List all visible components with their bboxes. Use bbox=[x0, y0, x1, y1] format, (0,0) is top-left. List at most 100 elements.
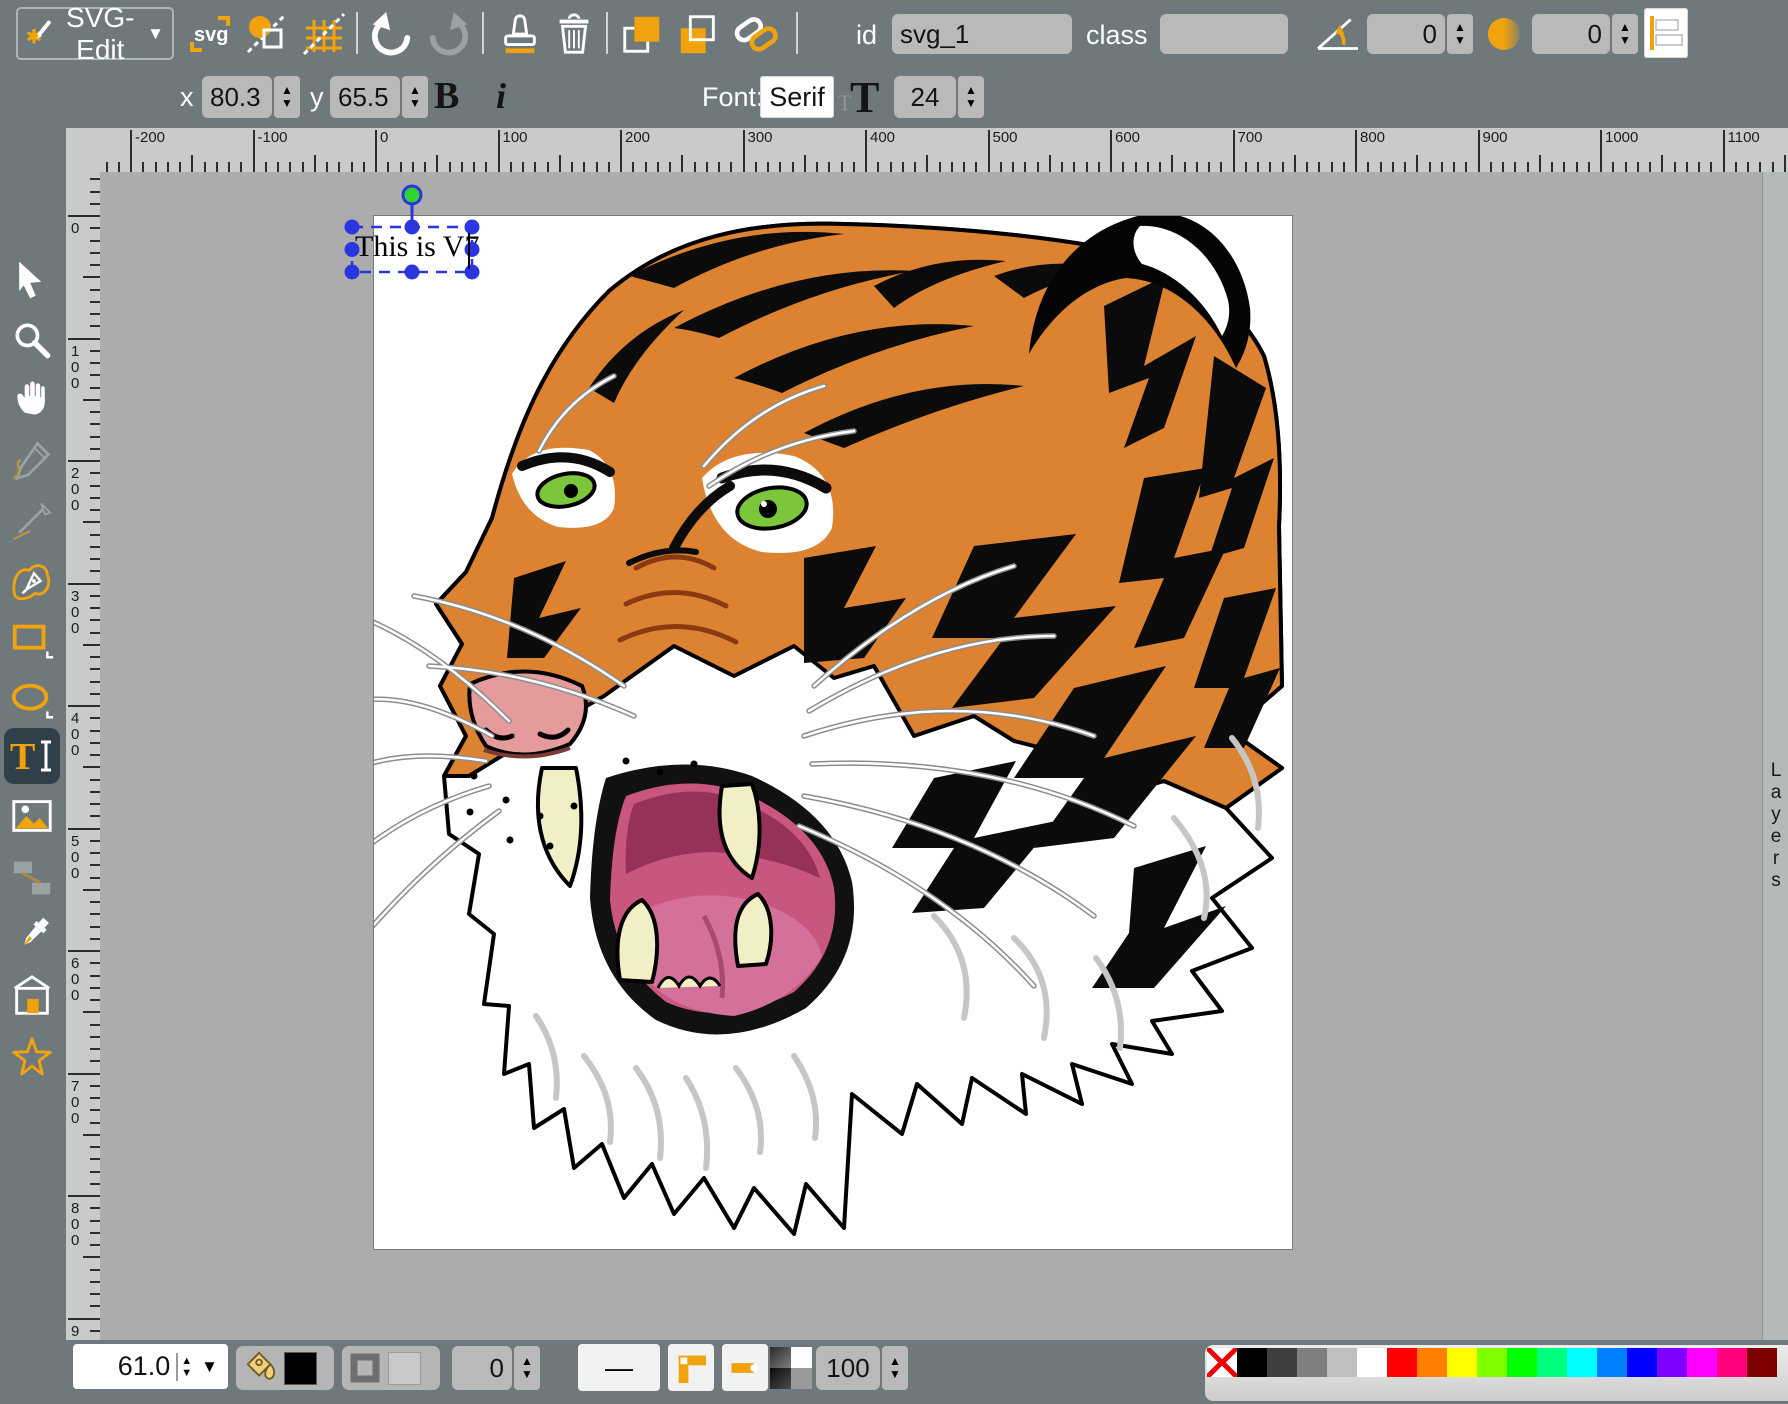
stroke-width-input[interactable] bbox=[452, 1346, 512, 1390]
tool-image[interactable] bbox=[4, 788, 60, 844]
palette-swatch[interactable] bbox=[1417, 1348, 1447, 1377]
font-size-input[interactable] bbox=[894, 76, 956, 118]
redo-icon bbox=[425, 11, 471, 57]
stroke-style-select[interactable]: — bbox=[578, 1344, 660, 1391]
palette-swatch[interactable] bbox=[1477, 1348, 1507, 1377]
blur-spinner[interactable]: ▲▼ bbox=[1612, 14, 1638, 54]
clone-stamp-icon bbox=[497, 11, 543, 57]
tool-path[interactable] bbox=[4, 552, 60, 608]
palette-swatch[interactable] bbox=[1657, 1348, 1687, 1377]
palette-swatch[interactable] bbox=[1447, 1348, 1477, 1377]
svg-canvas[interactable] bbox=[373, 215, 1293, 1250]
y-input[interactable] bbox=[330, 76, 400, 118]
zoom-dropdown-caret[interactable]: ▼ bbox=[195, 1357, 228, 1377]
tool-line[interactable] bbox=[4, 492, 60, 548]
blur-input[interactable] bbox=[1532, 14, 1610, 54]
angle-input[interactable] bbox=[1367, 14, 1445, 54]
move-to-back-button[interactable] bbox=[674, 10, 722, 58]
x-input[interactable] bbox=[202, 76, 272, 118]
tool-shape-library[interactable] bbox=[4, 968, 60, 1024]
font-size-spinner[interactable]: ▲▼ bbox=[958, 76, 984, 118]
main-menu-button[interactable]: SVG-Edit ▼ bbox=[16, 7, 174, 60]
font-family-button[interactable]: Serif bbox=[760, 76, 834, 118]
fill-color-control[interactable] bbox=[236, 1346, 334, 1390]
tool-pan[interactable] bbox=[4, 370, 60, 426]
palette-swatch[interactable] bbox=[1627, 1348, 1657, 1377]
fill-color-swatch[interactable] bbox=[284, 1352, 317, 1385]
tool-select[interactable] bbox=[4, 252, 60, 308]
ellipse-icon bbox=[9, 677, 55, 723]
angle-spinner[interactable]: ▲▼ bbox=[1447, 14, 1473, 54]
opacity-input[interactable] bbox=[816, 1346, 880, 1390]
opacity-indicator bbox=[770, 1347, 812, 1389]
palette-swatch[interactable] bbox=[1747, 1348, 1777, 1377]
x-spinner[interactable]: ▲▼ bbox=[274, 76, 300, 118]
italic-button[interactable]: i bbox=[496, 75, 506, 117]
palette-swatch[interactable] bbox=[1327, 1348, 1357, 1377]
move-to-back-icon bbox=[675, 11, 721, 57]
editor-preferences-icon bbox=[300, 10, 348, 58]
redo-button[interactable] bbox=[424, 10, 472, 58]
tool-connector[interactable] bbox=[4, 850, 60, 906]
palette-swatch[interactable] bbox=[1597, 1348, 1627, 1377]
ruler-horizontal: -200-10001002003004005006007008009001000… bbox=[66, 128, 1788, 174]
palette-swatch[interactable] bbox=[1567, 1348, 1597, 1377]
document-properties-button[interactable] bbox=[244, 10, 292, 58]
eyedropper-icon bbox=[9, 913, 55, 959]
tool-ellipse[interactable] bbox=[4, 672, 60, 728]
hand-icon bbox=[10, 376, 54, 420]
canvas-text-element[interactable]: This is V7 bbox=[355, 230, 479, 264]
blur-icon bbox=[1486, 16, 1522, 52]
palette-swatch[interactable] bbox=[1237, 1348, 1267, 1377]
zoom-control[interactable]: 61.0 ▲▼ ▼ bbox=[73, 1344, 228, 1389]
linecap-button[interactable] bbox=[722, 1344, 768, 1391]
tool-zoom[interactable] bbox=[4, 312, 60, 368]
bold-button[interactable]: B bbox=[434, 74, 459, 118]
palette-swatch[interactable] bbox=[1687, 1348, 1717, 1377]
zoom-value: 61.0 bbox=[73, 1351, 176, 1382]
palette bbox=[1205, 1345, 1788, 1401]
element-class-input[interactable] bbox=[1160, 14, 1288, 54]
palette-swatch-none[interactable] bbox=[1207, 1348, 1237, 1377]
layers-tab-label: L a y e r s bbox=[1763, 760, 1788, 892]
tool-eyedropper[interactable] bbox=[4, 908, 60, 964]
main-toolbar: SVG-Edit ▼ svg bbox=[0, 0, 1788, 68]
clone-button[interactable] bbox=[496, 10, 544, 58]
zoom-spinner[interactable]: ▲▼ bbox=[176, 1353, 195, 1381]
y-spinner[interactable]: ▲▼ bbox=[402, 76, 428, 118]
trash-icon bbox=[551, 11, 597, 57]
svg-edit-logo-icon bbox=[26, 14, 53, 54]
align-button[interactable] bbox=[1644, 8, 1688, 58]
stroke-color-swatch[interactable] bbox=[388, 1352, 421, 1385]
opacity-spinner[interactable]: ▲▼ bbox=[882, 1346, 908, 1390]
layers-panel-tab[interactable]: L a y e r s bbox=[1762, 172, 1788, 1340]
palette-swatch[interactable] bbox=[1387, 1348, 1417, 1377]
palette-swatch[interactable] bbox=[1537, 1348, 1567, 1377]
tool-star[interactable] bbox=[4, 1028, 60, 1084]
tool-rectangle[interactable] bbox=[4, 612, 60, 668]
align-left-icon bbox=[1648, 14, 1684, 52]
path-pen-icon bbox=[9, 557, 55, 603]
palette-swatch[interactable] bbox=[1717, 1348, 1747, 1377]
palette-swatch[interactable] bbox=[1357, 1348, 1387, 1377]
line-icon bbox=[10, 498, 54, 542]
stroke-width-spinner[interactable]: ▲▼ bbox=[514, 1346, 540, 1390]
tool-text[interactable]: T bbox=[4, 728, 60, 784]
element-id-input[interactable] bbox=[892, 14, 1072, 54]
palette-swatch[interactable] bbox=[1507, 1348, 1537, 1377]
linejoin-icon bbox=[673, 1350, 709, 1386]
undo-button[interactable] bbox=[368, 10, 416, 58]
tool-pencil[interactable] bbox=[4, 432, 60, 488]
palette-swatch[interactable] bbox=[1267, 1348, 1297, 1377]
image-tool-icon bbox=[9, 793, 55, 839]
make-link-button[interactable] bbox=[732, 10, 780, 58]
stroke-color-control[interactable] bbox=[342, 1346, 440, 1390]
linejoin-button[interactable] bbox=[668, 1344, 714, 1391]
bottom-toolbar: 61.0 ▲▼ ▼ ▲▼ — bbox=[0, 1340, 1788, 1404]
editor-preferences-button[interactable] bbox=[300, 10, 348, 58]
svg-source-button[interactable]: svg bbox=[186, 10, 234, 58]
move-to-front-button[interactable] bbox=[618, 10, 666, 58]
delete-button[interactable] bbox=[550, 10, 598, 58]
text-tool-icon: T bbox=[8, 732, 56, 780]
palette-swatch[interactable] bbox=[1297, 1348, 1327, 1377]
